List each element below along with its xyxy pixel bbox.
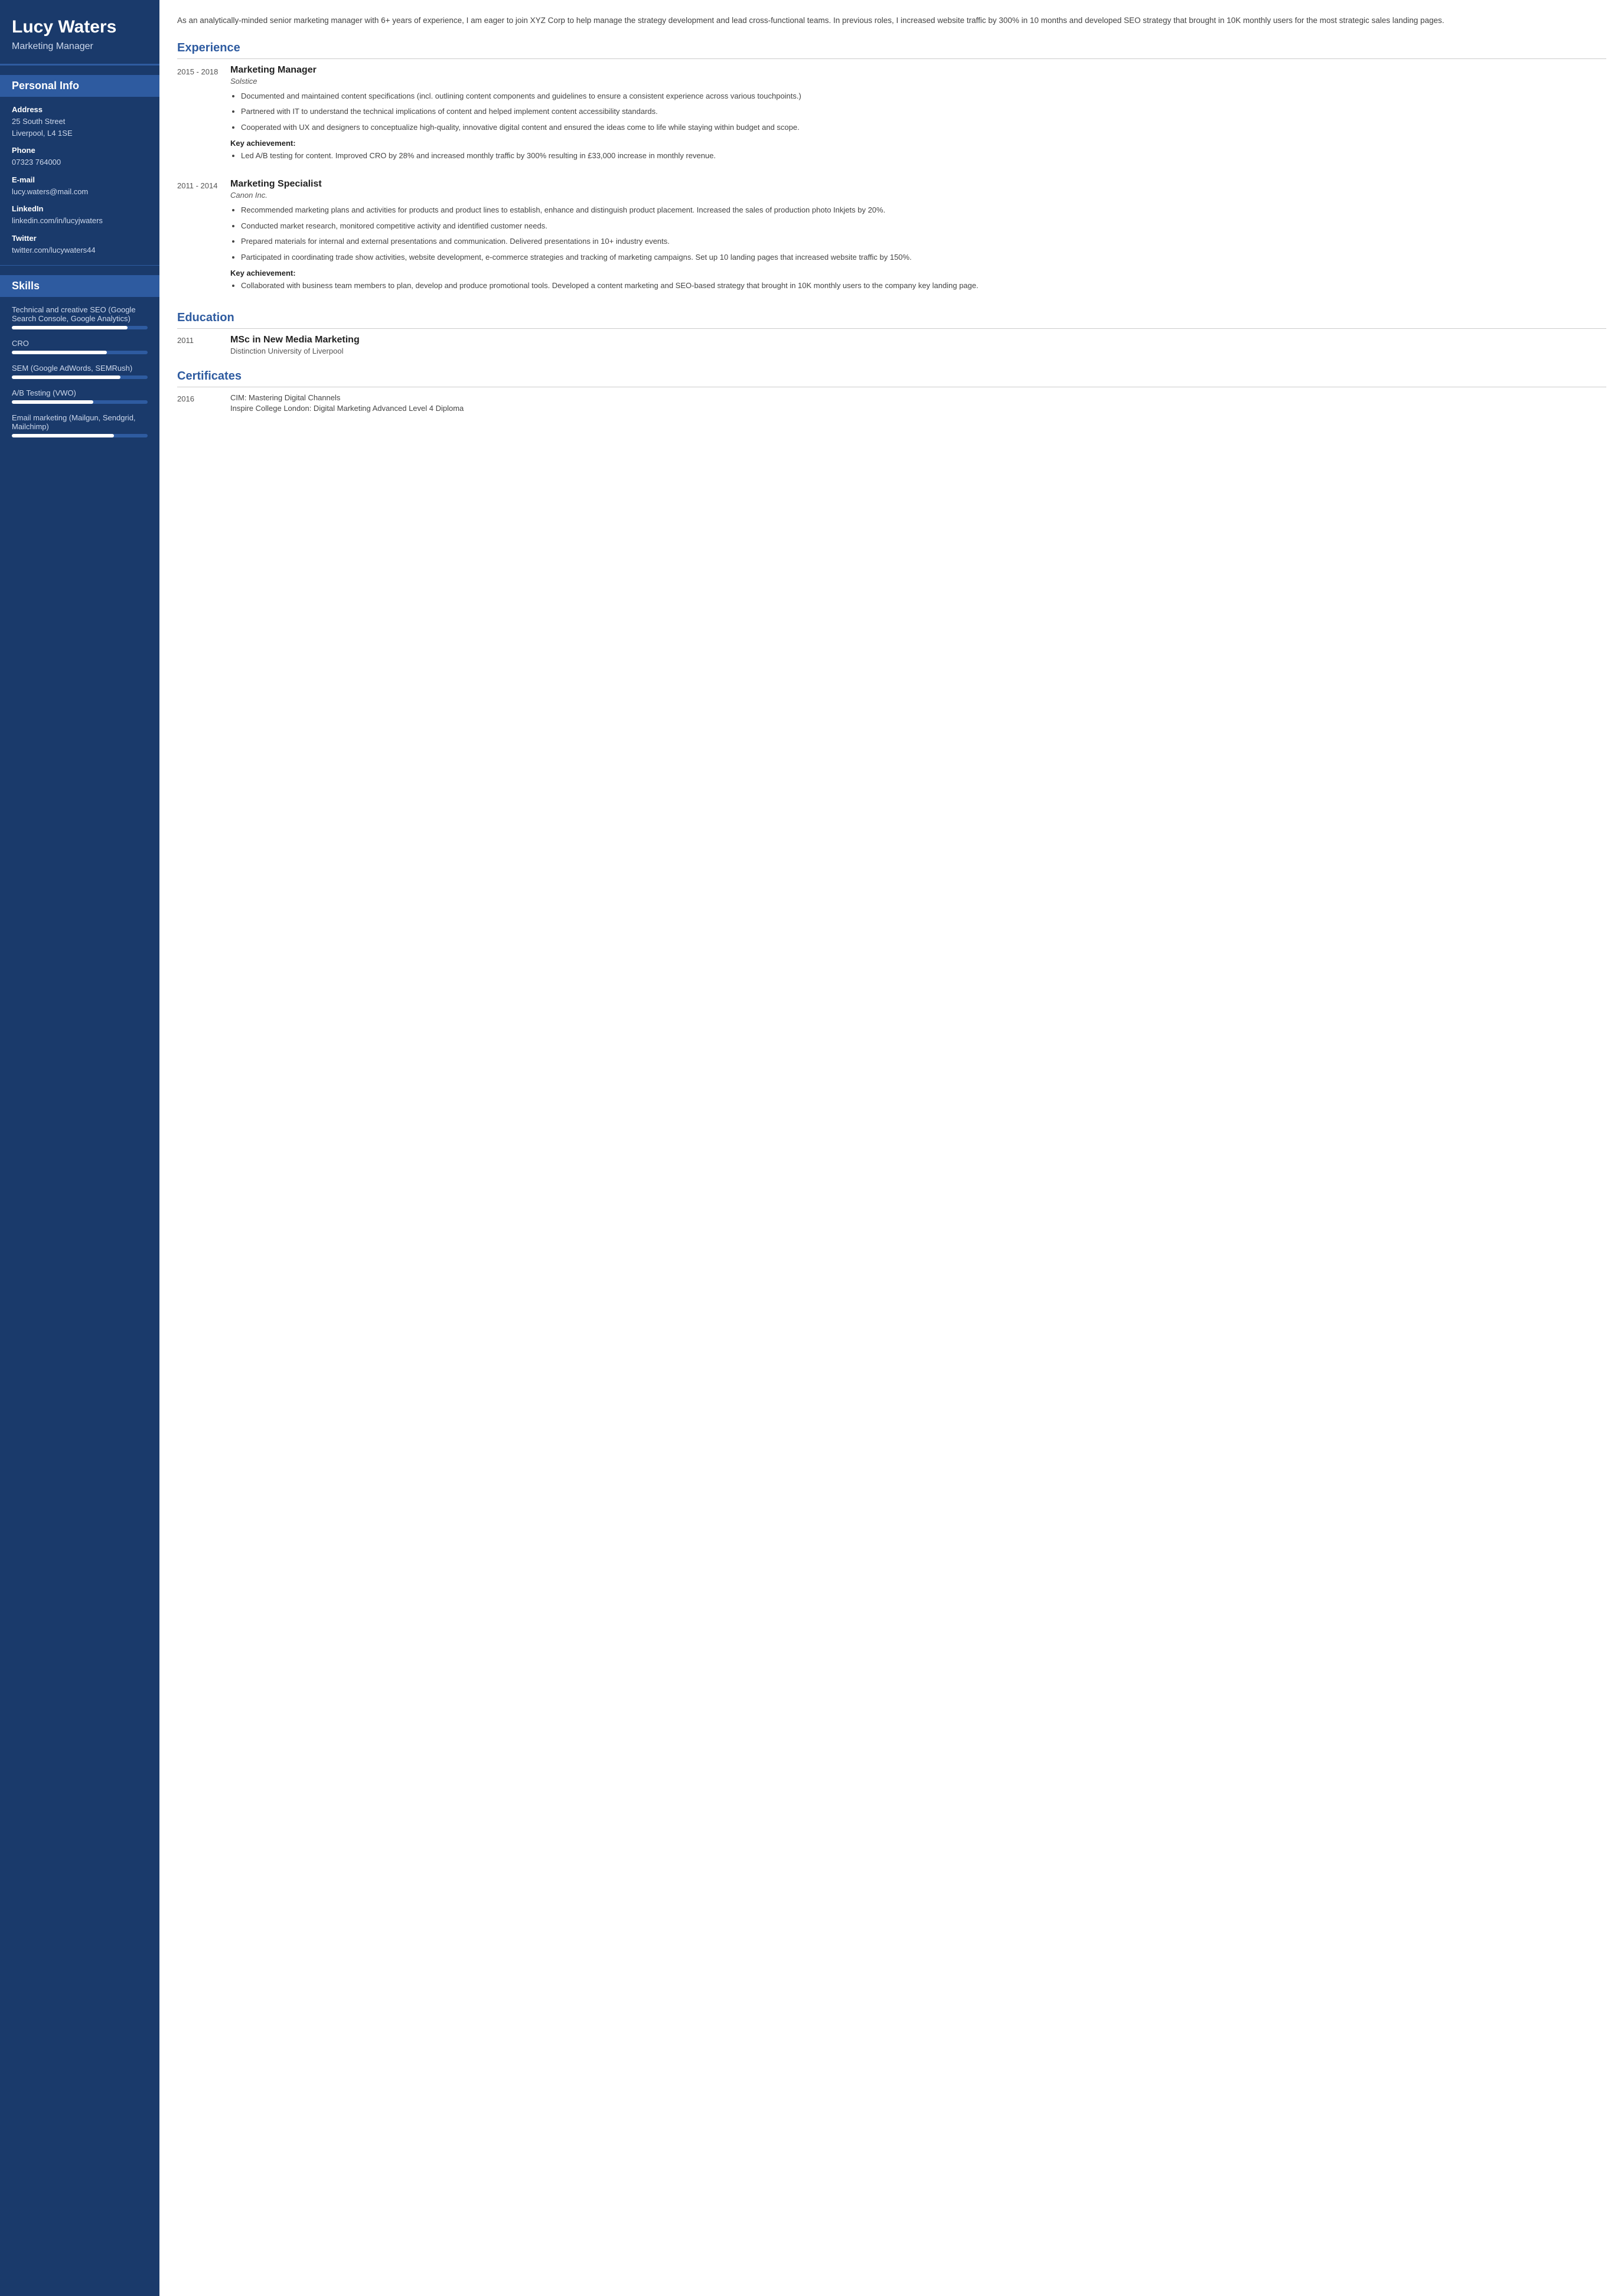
certificates-list: 2016 CIM: Mastering Digital Channels Ins… (177, 393, 1606, 414)
personal-info-section: Personal Info Address 25 South Street Li… (0, 66, 159, 266)
experience-title: Experience (177, 41, 1606, 59)
linkedin-value: linkedin.com/in/lucyjwaters (12, 215, 148, 227)
education-item: 2011 MSc in New Media Marketing Distinct… (177, 335, 1606, 355)
certificates-title: Certificates (177, 370, 1606, 387)
skill-item: Technical and creative SEO (Google Searc… (12, 305, 148, 329)
skill-name: A/B Testing (VWO) (12, 388, 148, 397)
skill-name: Email marketing (Mailgun, Sendgrid, Mail… (12, 413, 148, 431)
phone-value: 07323 764000 (12, 156, 148, 168)
list-item: Cooperated with UX and designers to conc… (241, 122, 1606, 134)
sidebar-header: Lucy Waters Marketing Manager (0, 0, 159, 66)
education-section: Education 2011 MSc in New Media Marketin… (177, 311, 1606, 355)
skills-title: Skills (0, 275, 159, 297)
experience-section: Experience 2015 - 2018 Marketing Manager… (177, 41, 1606, 297)
list-item: Documented and maintained content specif… (241, 90, 1606, 103)
edu-school: Distinction University of Liverpool (230, 347, 1606, 355)
list-item: Participated in coordinating trade show … (241, 252, 1606, 264)
main-content: As an analytically-minded senior marketi… (159, 0, 1624, 2296)
summary-text: As an analytically-minded senior marketi… (177, 14, 1606, 27)
skill-name: SEM (Google AdWords, SEMRush) (12, 364, 148, 373)
exp-company: Canon Inc. (230, 191, 1606, 200)
skills-list: Technical and creative SEO (Google Searc… (12, 305, 148, 437)
cert-school: Inspire College London: Digital Marketin… (230, 404, 1606, 413)
exp-job-title: Marketing Manager (230, 65, 1606, 76)
email-value: lucy.waters@mail.com (12, 186, 148, 198)
experience-list: 2015 - 2018 Marketing Manager Solstice D… (177, 65, 1606, 297)
cert-content: CIM: Mastering Digital Channels Inspire … (230, 393, 1606, 414)
twitter-value: twitter.com/lucywaters44 (12, 244, 148, 256)
experience-item: 2015 - 2018 Marketing Manager Solstice D… (177, 65, 1606, 167)
exp-content: Marketing Specialist Canon Inc. Recommen… (230, 179, 1606, 297)
exp-bullets: Recommended marketing plans and activiti… (230, 204, 1606, 264)
linkedin-label: LinkedIn (12, 204, 148, 213)
list-item: Led A/B testing for content. Improved CR… (241, 150, 1606, 162)
list-item: Recommended marketing plans and activiti… (241, 204, 1606, 217)
edu-content: MSc in New Media Marketing Distinction U… (230, 335, 1606, 355)
list-item: Conducted market research, monitored com… (241, 220, 1606, 233)
list-item: Prepared materials for internal and exte… (241, 236, 1606, 248)
skill-bar-bg (12, 351, 148, 354)
address-line2: Liverpool, L4 1SE (12, 128, 148, 139)
skill-bar-fill (12, 375, 120, 379)
skills-section: Skills Technical and creative SEO (Googl… (0, 266, 159, 456)
sidebar: Lucy Waters Marketing Manager Personal I… (0, 0, 159, 2296)
education-title: Education (177, 311, 1606, 329)
skill-item: Email marketing (Mailgun, Sendgrid, Mail… (12, 413, 148, 437)
certificates-section: Certificates 2016 CIM: Mastering Digital… (177, 370, 1606, 414)
list-item: Partnered with IT to understand the tech… (241, 106, 1606, 118)
skill-name: CRO (12, 339, 148, 348)
skill-bar-bg (12, 400, 148, 404)
address-label: Address (12, 105, 148, 114)
exp-date: 2015 - 2018 (177, 65, 230, 167)
cert-name: CIM: Mastering Digital Channels (230, 393, 1606, 402)
skill-bar-fill (12, 400, 93, 404)
skill-bar-fill (12, 434, 114, 437)
skill-bar-bg (12, 326, 148, 329)
phone-label: Phone (12, 146, 148, 155)
edu-degree: MSc in New Media Marketing (230, 335, 1606, 345)
experience-item: 2011 - 2014 Marketing Specialist Canon I… (177, 179, 1606, 297)
exp-job-title: Marketing Specialist (230, 179, 1606, 190)
candidate-name: Lucy Waters (12, 17, 148, 38)
skill-bar-fill (12, 326, 128, 329)
skill-bar-bg (12, 434, 148, 437)
skill-bar-bg (12, 375, 148, 379)
exp-bullets: Documented and maintained content specif… (230, 90, 1606, 134)
exp-company: Solstice (230, 77, 1606, 86)
candidate-title: Marketing Manager (12, 41, 148, 52)
skill-name: Technical and creative SEO (Google Searc… (12, 305, 148, 323)
personal-info-title: Personal Info (0, 75, 159, 97)
skill-item: A/B Testing (VWO) (12, 388, 148, 404)
key-achievement-label: Key achievement: (230, 139, 1606, 148)
skill-item: CRO (12, 339, 148, 354)
address-line1: 25 South Street (12, 116, 148, 128)
exp-date: 2011 - 2014 (177, 179, 230, 297)
twitter-label: Twitter (12, 234, 148, 243)
education-list: 2011 MSc in New Media Marketing Distinct… (177, 335, 1606, 355)
cert-date: 2016 (177, 393, 230, 414)
key-achievement-bullets: Collaborated with business team members … (230, 280, 1606, 292)
skill-bar-fill (12, 351, 107, 354)
email-label: E-mail (12, 175, 148, 184)
edu-date: 2011 (177, 335, 230, 355)
exp-content: Marketing Manager Solstice Documented an… (230, 65, 1606, 167)
key-achievement-bullets: Led A/B testing for content. Improved CR… (230, 150, 1606, 162)
list-item: Collaborated with business team members … (241, 280, 1606, 292)
key-achievement-label: Key achievement: (230, 269, 1606, 277)
certificate-item: 2016 CIM: Mastering Digital Channels Ins… (177, 393, 1606, 414)
skill-item: SEM (Google AdWords, SEMRush) (12, 364, 148, 379)
